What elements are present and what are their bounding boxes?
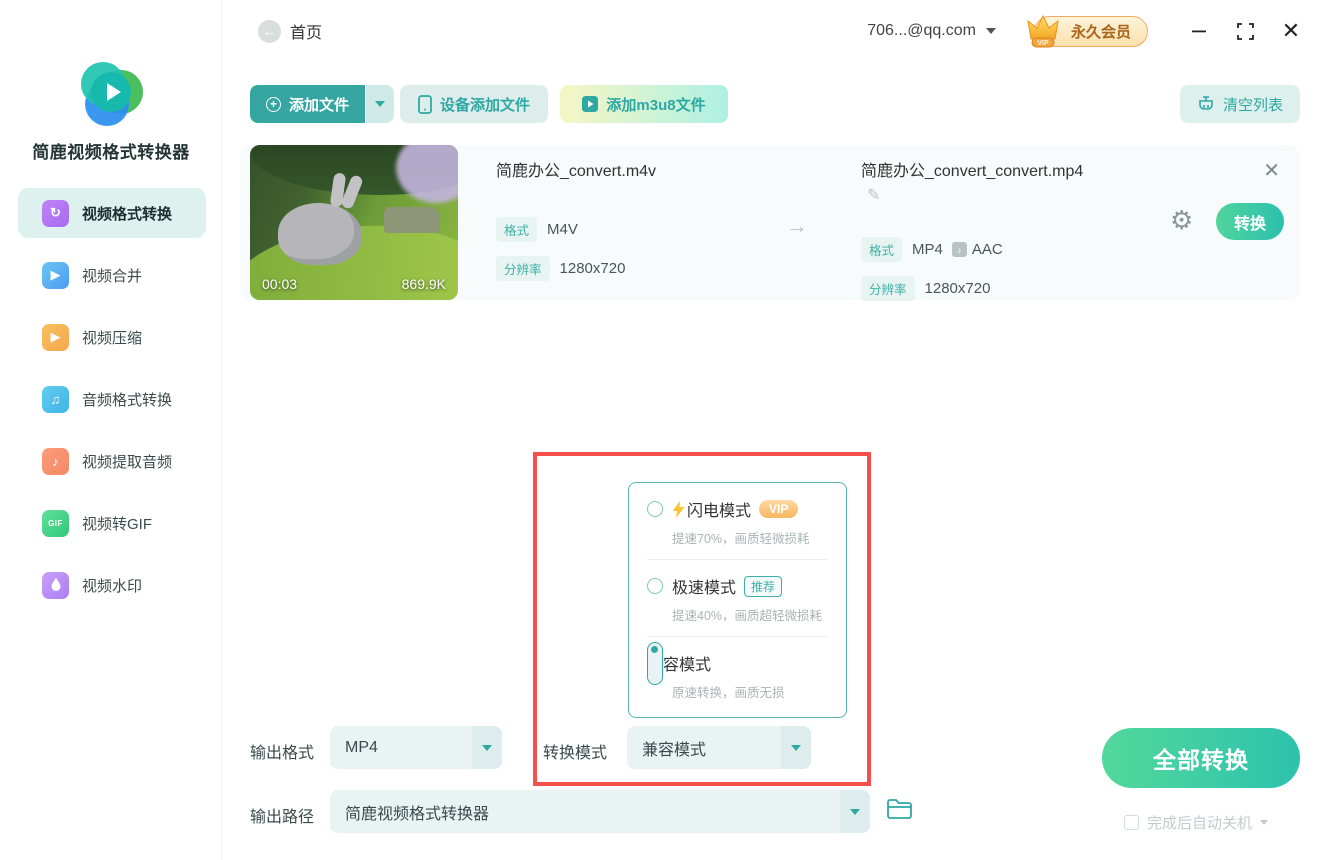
clear-list-label: 清空列表 — [1222, 96, 1283, 114]
remove-file-icon[interactable]: ✕ — [1263, 161, 1280, 181]
format-tag: 格式 — [861, 237, 903, 262]
extract-audio-icon: ♪ — [42, 447, 69, 475]
mode-option-label: 极速模式 — [672, 580, 737, 597]
settings-gear-icon[interactable]: ⚙ — [1170, 205, 1193, 236]
broom-icon — [1197, 95, 1215, 113]
sidebar-menu: ↻ 视频格式转换 ▶ 视频合并 ▶ 视频压缩 ♫ 音频格式转换 ♪ 视频提取音频… — [18, 188, 206, 622]
sidebar-item-video-format-convert[interactable]: ↻ 视频格式转换 — [18, 188, 206, 238]
video-duration: 00:03 — [262, 276, 298, 292]
video-merge-icon: ▶ — [42, 261, 69, 289]
auto-shutdown-label: 完成后自动关机 — [1147, 815, 1253, 832]
video-compress-icon: ▶ — [42, 323, 69, 351]
sidebar-item-label: 视频提取音频 — [82, 453, 173, 471]
sidebar-item-audio-format-convert[interactable]: ♫ 音频格式转换 — [18, 374, 206, 424]
sidebar: 简鹿视频格式转换器 ↻ 视频格式转换 ▶ 视频合并 ▶ 视频压缩 ♫ 音频格式转… — [0, 0, 222, 860]
convert-all-button[interactable]: 全部转换 — [1102, 728, 1300, 788]
plus-icon: + — [266, 96, 281, 112]
lightning-icon — [672, 500, 685, 518]
sidebar-item-label: 视频压缩 — [82, 329, 143, 347]
convert-mode-select[interactable]: 兼容模式 — [627, 726, 811, 769]
source-file-name: 简鹿办公_convert.m4v — [496, 163, 657, 180]
vip-option-badge: VIP — [759, 500, 799, 518]
sidebar-item-extract-audio[interactable]: ♪ 视频提取音频 — [18, 436, 206, 486]
convert-button[interactable]: 转换 — [1216, 203, 1284, 240]
video-thumbnail[interactable]: 00:03 869.9K — [250, 145, 458, 300]
target-file-name: 简鹿办公_convert_convert.mp4 — [861, 163, 1084, 180]
convert-mode-popup: 闪电模式 VIP 提速70%，画质轻微损耗 极速模式 推荐 提速40%，画质超轻… — [628, 482, 847, 718]
mode-option-desc: 原速转换，画质无损 — [672, 686, 785, 700]
sidebar-item-video-watermark[interactable]: 视频水印 — [18, 560, 206, 610]
audio-convert-icon: ♫ — [42, 385, 69, 413]
file-row: 00:03 869.9K 简鹿办公_convert.m4v 格式 M4V 分辨率… — [240, 145, 1300, 301]
checkbox-unchecked-icon[interactable] — [1124, 815, 1139, 830]
sidebar-item-video-compress[interactable]: ▶ 视频压缩 — [18, 312, 206, 362]
video-watermark-icon — [42, 571, 69, 599]
clear-list-button[interactable]: 清空列表 — [1180, 85, 1300, 123]
sidebar-item-label: 视频水印 — [82, 577, 143, 595]
resolution-tag: 分辨率 — [861, 276, 915, 301]
chevron-down-icon[interactable] — [1260, 820, 1269, 825]
sidebar-item-label: 音频格式转换 — [82, 391, 173, 409]
video-convert-icon: ↻ — [42, 199, 69, 227]
mode-option-fast[interactable]: 极速模式 推荐 提速40%，画质超轻微损耗 — [647, 560, 828, 637]
phone-icon — [418, 94, 432, 114]
audio-codec-icon: ♪ — [951, 242, 967, 257]
sidebar-item-label: 视频转GIF — [82, 515, 152, 533]
add-m3u8-label: 添加m3u8文件 — [606, 96, 706, 114]
add-from-device-button[interactable]: 设备添加文件 — [400, 85, 548, 123]
output-path-select[interactable]: 简鹿视频格式转换器 — [330, 790, 870, 833]
radio-unchecked-icon[interactable] — [647, 578, 663, 594]
browse-folder-icon[interactable] — [886, 797, 913, 826]
source-format-value: M4V — [547, 221, 578, 238]
radio-checked-icon[interactable] — [647, 641, 663, 685]
chevron-down-icon[interactable] — [472, 726, 502, 769]
edit-name-icon[interactable]: ✎ — [867, 187, 880, 204]
app-title: 简鹿视频格式转换器 — [32, 143, 190, 162]
add-file-button-group: + 添加文件 — [250, 85, 395, 123]
chevron-down-icon[interactable] — [840, 790, 870, 833]
m3u8-file-icon — [582, 96, 599, 112]
add-file-dropdown-button[interactable] — [366, 85, 395, 123]
source-file-info: 简鹿办公_convert.m4v 格式 M4V 分辨率 1280x720 — [496, 159, 746, 281]
format-tag: 格式 — [496, 217, 538, 242]
add-file-button[interactable]: + 添加文件 — [250, 85, 366, 123]
resolution-tag: 分辨率 — [496, 256, 550, 281]
target-audio-codec: AAC — [971, 241, 1003, 258]
target-resolution-value: 1280x720 — [924, 280, 991, 297]
mode-option-lightning[interactable]: 闪电模式 VIP 提速70%，画质轻微损耗 — [647, 483, 828, 560]
app-logo-icon — [79, 62, 143, 126]
target-file-info: 简鹿办公_convert_convert.mp4 ✎ 格式 MP4 ♪ AAC … — [861, 159, 1086, 301]
output-path-value: 简鹿视频格式转换器 — [345, 805, 490, 823]
output-path-label: 输出路径 — [250, 809, 315, 826]
chevron-down-icon[interactable] — [781, 726, 811, 769]
output-format-value: MP4 — [345, 738, 378, 756]
auto-shutdown-option[interactable]: 完成后自动关机 — [1124, 812, 1269, 833]
video-to-gif-icon: GIF — [42, 509, 69, 537]
convert-mode-label: 转换模式 — [543, 745, 608, 762]
mode-option-compatible[interactable]: 兼容模式 原速转换，画质无损 — [647, 637, 828, 713]
mode-option-label: 闪电模式 — [687, 503, 752, 520]
convert-arrow-icon: → — [786, 213, 808, 238]
source-resolution-value: 1280x720 — [559, 260, 626, 277]
target-format-value: MP4 — [912, 241, 943, 258]
sidebar-item-label: 视频合并 — [82, 267, 143, 285]
convert-mode-value: 兼容模式 — [642, 741, 707, 759]
output-format-label: 输出格式 — [250, 745, 315, 762]
sidebar-item-video-to-gif[interactable]: GIF 视频转GIF — [18, 498, 206, 548]
add-from-device-label: 设备添加文件 — [439, 96, 530, 114]
add-m3u8-button[interactable]: 添加m3u8文件 — [560, 85, 728, 123]
video-size: 869.9K — [401, 276, 446, 292]
mode-option-desc: 提速40%，画质超轻微损耗 — [672, 609, 823, 623]
sidebar-item-label: 视频格式转换 — [82, 205, 173, 223]
output-format-select[interactable]: MP4 — [330, 726, 502, 769]
recommended-badge: 推荐 — [744, 575, 783, 597]
main-content: + 添加文件 设备添加文件 添加m3u8文件 清空列表 00:03 869.9K… — [222, 0, 1326, 860]
radio-unchecked-icon[interactable] — [647, 501, 663, 517]
add-file-label: 添加文件 — [289, 96, 350, 114]
sidebar-item-video-merge[interactable]: ▶ 视频合并 — [18, 250, 206, 300]
mode-option-desc: 提速70%，画质轻微损耗 — [672, 532, 810, 546]
